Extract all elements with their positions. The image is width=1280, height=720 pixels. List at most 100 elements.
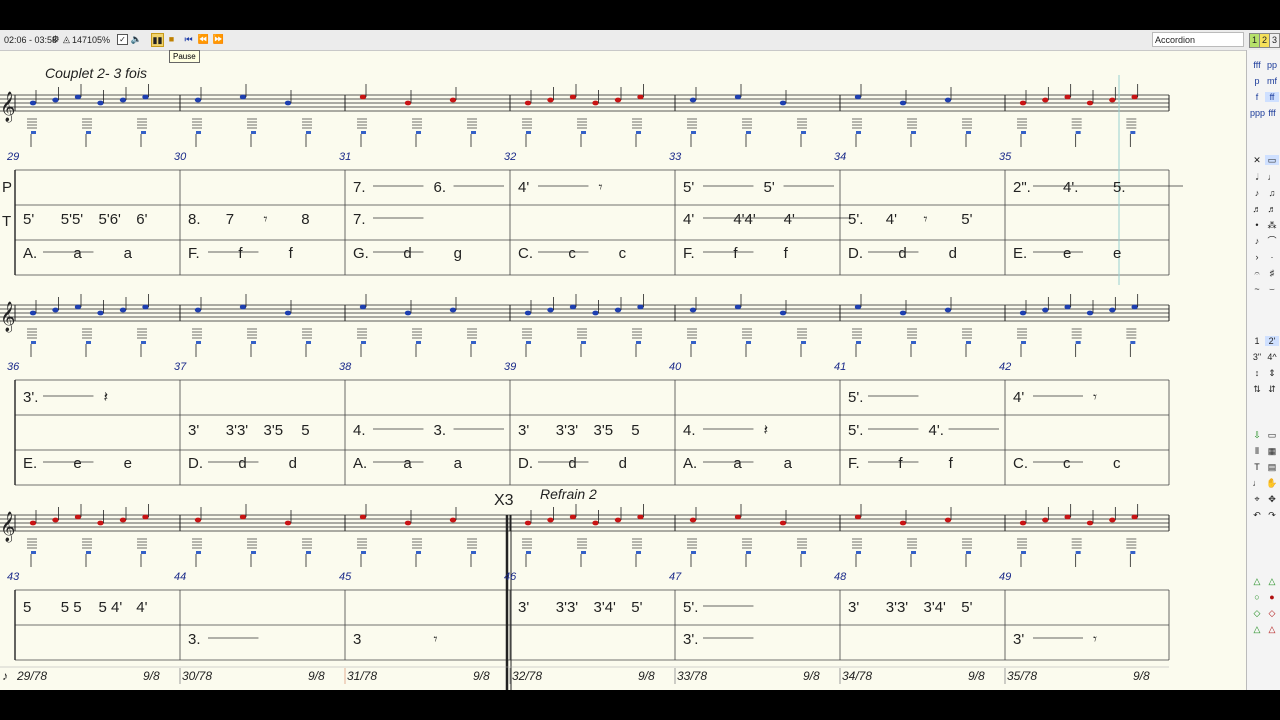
select-icon[interactable]: ⌖ [1250, 494, 1264, 504]
stop-button[interactable]: ■ [166, 33, 177, 45]
finger-2[interactable]: 2' [1265, 336, 1279, 346]
half-note-icon[interactable]: 𝅗𝅥 [1250, 172, 1264, 182]
bass-note [1021, 341, 1026, 344]
tab-cell: 𝄾 [599, 179, 603, 196]
beamed-note-icon[interactable]: ♫ [1265, 188, 1279, 198]
tab-cell: 3' [1013, 631, 1024, 648]
dyn-fff2[interactable]: fff [1265, 108, 1279, 118]
redo-icon[interactable]: ↷ [1265, 510, 1279, 520]
tie-icon[interactable]: ⌒ [1265, 236, 1279, 246]
red-diamond-icon[interactable]: ◇ [1265, 608, 1279, 618]
chord-icon[interactable]: ♯ [1265, 268, 1279, 278]
measure-number: 42 [999, 361, 1011, 373]
dot-icon[interactable]: • [1250, 220, 1264, 230]
bass-note [86, 131, 91, 134]
columns-icon[interactable]: ⫴ [1250, 446, 1264, 456]
instrument-select[interactable]: Accordion [1152, 32, 1244, 47]
note-head [284, 520, 292, 526]
dotted-band [15, 521, 1169, 522]
note-head [52, 307, 59, 313]
pause-button[interactable]: ▮▮ [151, 33, 164, 47]
tab-cell: f [289, 245, 294, 262]
fermata-icon[interactable]: 𝄐 [1250, 268, 1264, 278]
tab-cell: 8. [188, 211, 201, 228]
hand-icon[interactable]: ✋ [1265, 478, 1279, 488]
quarter-note-icon[interactable]: ♩ [1265, 172, 1279, 182]
tempo-icon[interactable]: ◬ [61, 33, 72, 45]
note-head [779, 310, 787, 316]
note-head [284, 310, 292, 316]
dyn-ppp[interactable]: ppp [1250, 108, 1265, 118]
tab-cell: 𝄾 [1093, 631, 1097, 648]
measure-number: 47 [669, 571, 682, 583]
insert-row-icon[interactable]: ▭ [1265, 430, 1279, 440]
note-head [944, 97, 952, 103]
insert-icon[interactable]: ⇩ [1250, 430, 1264, 440]
bass-note [911, 341, 916, 344]
close-icon[interactable]: ✕ [1250, 155, 1264, 165]
note-head [592, 520, 599, 526]
note-head [779, 100, 787, 106]
pull-icon[interactable]: ⇕ [1265, 368, 1279, 378]
finger-1[interactable]: 1 [1250, 336, 1264, 346]
dyn-pp[interactable]: pp [1265, 60, 1279, 70]
note-head [1064, 304, 1071, 310]
bellows-icon[interactable]: ⇅ [1250, 384, 1264, 394]
staccato-icon[interactable]: · [1265, 252, 1279, 262]
circle-icon[interactable]: ○ [1250, 592, 1264, 602]
metronome-icon[interactable]: ⚙ [50, 33, 61, 45]
dyn-fff[interactable]: fff [1250, 60, 1264, 70]
tab-cell: F. [683, 245, 695, 262]
row-label-p: P [2, 179, 12, 196]
text-icon[interactable]: T [1250, 462, 1264, 472]
note-tool-icon[interactable]: ♩ [1250, 478, 1264, 488]
tab-cell: 4. [353, 422, 366, 439]
trill-icon[interactable]: ~ [1250, 284, 1264, 294]
dyn-p[interactable]: p [1250, 76, 1264, 86]
triangle-up-alt-icon[interactable]: △ [1265, 576, 1279, 586]
zoom-value[interactable]: 105% [87, 34, 110, 46]
tempo-value[interactable]: 147 [72, 34, 87, 46]
red-triangle-icon[interactable]: △ [1265, 624, 1279, 634]
push-icon[interactable]: ↕ [1250, 368, 1264, 378]
finger-3[interactable]: 3" [1250, 352, 1264, 362]
triangle-up-icon[interactable]: △ [1250, 576, 1264, 586]
tab-cell: 3'3' [886, 599, 909, 616]
accent-icon[interactable]: › [1250, 252, 1264, 262]
grace-note-icon[interactable]: ♪ [1250, 236, 1264, 246]
triplet-icon[interactable]: ⁂ [1265, 220, 1279, 230]
note-head [52, 97, 59, 103]
move-icon[interactable]: ✥ [1265, 494, 1279, 504]
tab-cell: 7. [353, 211, 366, 228]
note-head [74, 304, 82, 310]
dyn-ff[interactable]: ff [1265, 92, 1279, 102]
tab-cell: e [124, 455, 132, 472]
timeline-pos: 30/78 [182, 669, 212, 683]
voice-3-button[interactable]: 3 [1269, 33, 1280, 48]
forward-icon[interactable]: ⏩ [213, 33, 224, 45]
speaker-icon[interactable]: 🔈 [131, 33, 142, 45]
dotted-band [15, 119, 1169, 120]
eighth-note-icon[interactable]: ♪ [1250, 188, 1264, 198]
diamond-icon[interactable]: ◇ [1250, 608, 1264, 618]
bass-note [856, 341, 861, 344]
tab-cell: 3' [848, 599, 859, 616]
sixteenth-note-icon[interactable]: ♬ [1250, 204, 1264, 214]
rest-icon[interactable]: ▭ [1265, 155, 1279, 165]
red-dot-icon[interactable]: ● [1265, 592, 1279, 602]
undo-icon[interactable]: ↶ [1250, 510, 1264, 520]
rewind-start-icon[interactable]: ⏮ [183, 33, 194, 45]
rewind-icon[interactable]: ⏪ [198, 33, 209, 45]
note-head [1064, 514, 1071, 520]
grid-icon[interactable]: ▦ [1265, 446, 1279, 456]
table-icon[interactable]: ▤ [1265, 462, 1279, 472]
bass-note [416, 341, 421, 344]
slur-icon[interactable]: ⌣ [1265, 284, 1279, 294]
thirtysecond-note-icon[interactable]: ♬ [1265, 204, 1279, 214]
triangle-mark-icon[interactable]: △ [1250, 624, 1264, 634]
bass-icon[interactable]: ⇵ [1265, 384, 1279, 394]
dyn-f[interactable]: f [1250, 92, 1264, 102]
dyn-mf[interactable]: mf [1265, 76, 1279, 86]
loop-checkbox[interactable]: ✓ [117, 34, 128, 45]
finger-4[interactable]: 4^ [1265, 352, 1279, 362]
